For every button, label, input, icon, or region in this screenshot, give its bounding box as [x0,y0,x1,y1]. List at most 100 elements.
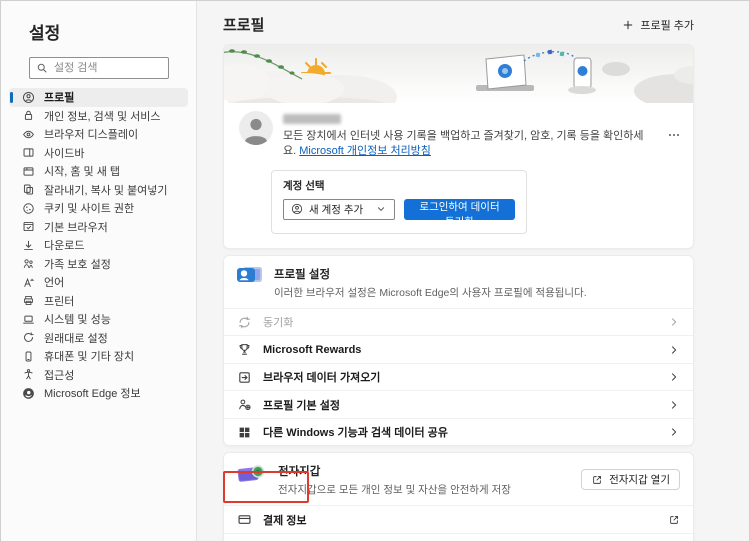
windows-icon [237,425,252,440]
sidebar-item-label: 브라우저 디스플레이 [44,129,139,142]
accessibility-icon [22,368,35,381]
username-redacted [283,114,341,124]
sidebar-item-about-edge[interactable]: Microsoft Edge 정보 [9,384,188,403]
sidebar-item-label: 시스템 및 성능 [44,314,111,327]
account-person-icon [291,203,303,215]
sidebar-item-label: 프린터 [44,295,75,308]
cookie-icon [22,202,35,215]
page-title: 프로필 [223,17,265,34]
import-data-icon [237,370,252,385]
banner-graphic [224,49,693,103]
row-label: Microsoft Rewards [263,343,362,356]
credit-card-icon [237,512,252,527]
row-label: 결제 정보 [263,514,307,527]
reset-icon [22,331,35,344]
sidebar-item-label: 사이드바 [44,147,85,160]
sign-in-sync-button[interactable]: 로그인하여 데이터 동기화 [404,198,515,228]
external-link-icon [668,514,680,526]
sync-icon [237,315,252,330]
wallet-card: 전자지갑 전자지갑으로 모든 개인 정보 및 자산을 안전하게 저장 전자지갑 … [223,452,694,541]
row-label: 브라우저 데이터 가져오기 [263,372,381,385]
sidebar-item-label: 개인 정보, 검색 및 서비스 [44,110,161,123]
sidebar-item-copy-paste[interactable]: 잘라내기, 복사 및 붙여넣기 [9,181,188,200]
sidebar-item-profile[interactable]: 프로필 [9,88,188,107]
profile-settings-subtitle: 이러한 브라우저 설정은 Microsoft Edge의 사용자 프로필에 적용… [274,286,587,299]
edge-logo-icon [22,387,35,400]
search-icon [36,62,48,74]
more-options-button[interactable] [667,127,681,143]
family-icon [22,257,35,270]
system-icon [22,313,35,326]
person-icon [22,91,35,104]
sidebar-item-system-performance[interactable]: 시스템 및 성능 [9,310,188,329]
chevron-right-icon [668,316,680,328]
privacy-lock-icon [22,109,35,122]
open-wallet-button[interactable]: 전자지갑 열기 [581,469,680,491]
profile-description: 모든 장치에서 인터넷 사용 기록을 백업하고 즐겨찾기, 암호, 기록 등을 … [283,129,647,160]
wallet-title: 전자지갑 [278,466,321,479]
profile-card: 모든 장치에서 인터넷 사용 기록을 백업하고 즐겨찾기, 암호, 기록 등을 … [223,44,694,249]
chevron-right-icon [668,399,680,411]
row-label: 프로필 기본 설정 [263,399,340,412]
privacy-statement-link[interactable]: Microsoft 개인정보 처리방침 [299,145,431,157]
profile-settings-title: 프로필 설정 [274,268,331,281]
more-icon [667,128,681,142]
sidebar-item-cookies-permissions[interactable]: 쿠키 및 사이트 권한 [9,199,188,218]
row-microsoft-rewards[interactable]: Microsoft Rewards [224,335,693,363]
sidebar-item-downloads[interactable]: 다운로드 [9,236,188,255]
default-browser-icon [22,220,35,233]
copy-paste-icon [22,183,35,196]
sidebar-item-label: 휴대폰 및 기타 장치 [44,351,135,364]
home-tab-icon [22,165,35,178]
add-profile-button[interactable]: 프로필 추가 [622,17,694,33]
sidebar-item-accessibility[interactable]: 접근성 [9,366,188,385]
settings-search-box[interactable] [29,57,169,79]
settings-main-pane: 프로필 프로필 추가 모든 장치에서 인터넷 사용 기록을 백업하고 즐겨찾기,… [197,1,749,541]
row-import-browser-data[interactable]: 브라우저 데이터 가져오기 [224,362,693,391]
profile-settings-card: 프로필 설정 이러한 브라우저 설정은 Microsoft Edge의 사용자 … [223,254,694,447]
account-select-label: 계정 선택 [283,179,325,192]
add-profile-label: 프로필 추가 [640,19,694,32]
sidebar-item-appearance[interactable]: 브라우저 디스플레이 [9,125,188,144]
plus-icon [622,19,634,31]
sidebar-layout-icon [22,146,35,159]
settings-sidebar: 설정 프로필 개인 정보, 검색 및 서비스 브라우저 디스플레이 사이드바 시… [1,1,197,541]
sidebar-item-label: 기본 브라우저 [44,221,108,234]
sidebar-item-label: 원래대로 설정 [44,332,108,345]
sidebar-item-label: 시작, 홈 및 새 탭 [44,166,121,179]
sidebar-item-family-safety[interactable]: 가족 보호 설정 [9,255,188,274]
chevron-down-icon [375,203,387,215]
sidebar-item-privacy[interactable]: 개인 정보, 검색 및 서비스 [9,107,188,126]
account-dropdown-value: 새 계정 추가 [309,203,364,216]
sidebar-item-label: 프로필 [44,92,75,105]
search-input[interactable] [54,62,162,74]
sidebar-item-label: 접근성 [44,369,75,382]
language-icon [22,276,35,289]
sidebar-item-label: 쿠키 및 사이트 권한 [44,203,135,216]
chevron-right-icon [668,426,680,438]
sidebar-item-languages[interactable]: 언어 [9,273,188,292]
row-payment-info[interactable]: 결제 정보 [224,505,693,533]
sidebar-item-sidebar[interactable]: 사이드바 [9,144,188,163]
sidebar-item-label: 잘라내기, 복사 및 붙여넣기 [44,184,168,197]
wallet-subtitle: 전자지갑으로 모든 개인 정보 및 자산을 안전하게 저장 [278,484,511,497]
sidebar-item-reset-settings[interactable]: 원래대로 설정 [9,329,188,348]
sidebar-item-label: 가족 보호 설정 [44,258,111,271]
row-passwords[interactable]: 암호 [224,532,693,541]
sidebar-item-default-browser[interactable]: 기본 브라우저 [9,218,188,237]
sidebar-item-label: Microsoft Edge 정보 [44,388,141,401]
row-share-browsing-data-windows[interactable]: 다른 Windows 기능과 검색 데이터 공유 [224,417,693,446]
sidebar-item-start-home-tabs[interactable]: 시작, 홈 및 새 탭 [9,162,188,181]
chevron-right-icon [668,344,680,356]
row-profile-preferences[interactable]: 프로필 기본 설정 [224,390,693,418]
sidebar-item-phone-devices[interactable]: 휴대폰 및 기타 장치 [9,347,188,366]
display-eye-icon [22,128,35,141]
row-label: 다른 Windows 기능과 검색 데이터 공유 [263,427,448,440]
row-label: 동기화 [263,317,294,330]
account-dropdown[interactable]: 새 계정 추가 [283,198,396,220]
sidebar-item-label: 언어 [44,277,65,290]
sidebar-item-printers[interactable]: 프린터 [9,292,188,311]
download-icon [22,239,35,252]
open-wallet-label: 전자지갑 열기 [609,474,670,487]
external-link-icon [591,474,603,486]
